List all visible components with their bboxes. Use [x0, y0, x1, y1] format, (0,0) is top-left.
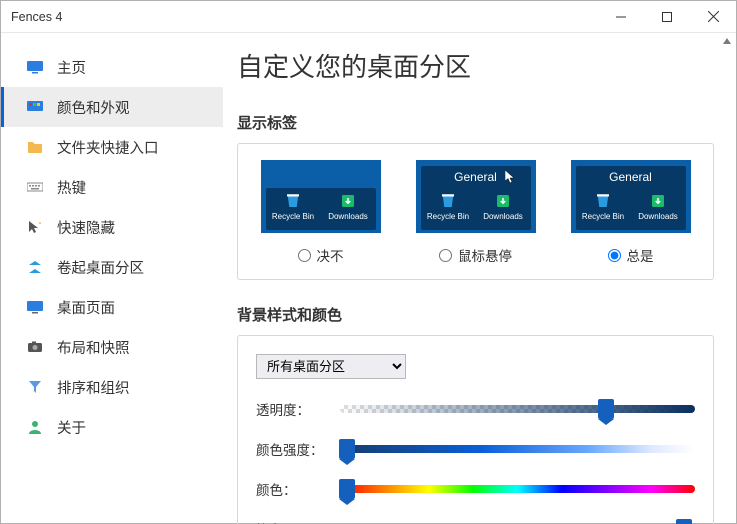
bg-style-card: 所有桌面分区 透明度： 颜色强度： 颜色： 饱和： 调整标题字 — [237, 335, 714, 524]
sidebar: 主页 颜色和外观 文件夹快捷入口 热键 快速隐藏 卷起桌面分区 桌面页面 布局 — [1, 33, 223, 524]
sidebar-item-hotkeys[interactable]: 热键 — [1, 167, 223, 207]
preview-always[interactable]: General Recycle Bin Downloads 总是 — [566, 160, 695, 265]
slider-thumb[interactable] — [339, 439, 355, 459]
radio-hover[interactable] — [439, 249, 452, 262]
keyboard-icon — [27, 179, 43, 195]
section-bg-title: 背景样式和颜色 — [237, 304, 714, 325]
funnel-icon — [27, 379, 43, 395]
preview-never[interactable]: Recycle Bin Downloads 决不 — [256, 160, 385, 265]
sidebar-item-rollup[interactable]: 卷起桌面分区 — [1, 247, 223, 287]
hue-slider[interactable] — [340, 485, 695, 493]
slider-thumb[interactable] — [676, 519, 692, 524]
sidebar-item-pages[interactable]: 桌面页面 — [1, 287, 223, 327]
page-title: 自定义您的桌面分区 — [237, 47, 714, 84]
radio-always-label[interactable]: 总是 — [627, 245, 654, 265]
sidebar-item-label: 颜色和外观 — [57, 97, 130, 118]
slider-row-intensity: 颜色强度： — [256, 439, 695, 459]
fence-select[interactable]: 所有桌面分区 — [256, 354, 406, 379]
slider-row-transparency: 透明度： — [256, 399, 695, 419]
slider-row-sat: 饱和： — [256, 519, 695, 524]
close-button[interactable] — [690, 1, 736, 32]
sidebar-item-label: 快速隐藏 — [57, 217, 115, 238]
sidebar-item-layout[interactable]: 布局和快照 — [1, 327, 223, 367]
transparency-slider[interactable] — [340, 405, 695, 413]
user-icon — [27, 419, 43, 435]
maximize-button[interactable] — [644, 1, 690, 32]
camera-icon — [27, 339, 43, 355]
folder-icon — [27, 139, 43, 155]
sidebar-item-label: 关于 — [57, 417, 86, 438]
sidebar-item-sort[interactable]: 排序和组织 — [1, 367, 223, 407]
section-show-labels-title: 显示标签 — [237, 112, 714, 133]
sidebar-item-label: 布局和快照 — [57, 337, 130, 358]
rollup-icon — [27, 259, 43, 275]
sidebar-item-label: 桌面页面 — [57, 297, 115, 318]
slider-row-hue: 颜色： — [256, 479, 695, 499]
slider-thumb[interactable] — [598, 399, 614, 419]
sidebar-item-folder[interactable]: 文件夹快捷入口 — [1, 127, 223, 167]
monitor-icon — [27, 59, 43, 75]
titlebar: Fences 4 — [1, 1, 736, 33]
radio-hover-label[interactable]: 鼠标悬停 — [458, 245, 512, 265]
slider-thumb[interactable] — [339, 479, 355, 499]
sidebar-item-quickhide[interactable]: 快速隐藏 — [1, 207, 223, 247]
sidebar-item-home[interactable]: 主页 — [1, 47, 223, 87]
radio-never[interactable] — [298, 249, 311, 262]
display-color-icon — [27, 99, 43, 115]
scroll-up-icon[interactable] — [720, 33, 734, 49]
monitor-icon — [27, 299, 43, 315]
cursor-star-icon — [27, 219, 43, 235]
intensity-slider[interactable] — [340, 445, 695, 453]
sidebar-item-label: 卷起桌面分区 — [57, 257, 144, 278]
window-title: Fences 4 — [11, 10, 598, 24]
content-pane: 自定义您的桌面分区 显示标签 Recycle Bin Downloads 决不 — [223, 33, 736, 524]
sidebar-item-about[interactable]: 关于 — [1, 407, 223, 447]
radio-never-label[interactable]: 决不 — [317, 245, 344, 265]
sidebar-item-label: 文件夹快捷入口 — [57, 137, 159, 158]
sidebar-item-label: 排序和组织 — [57, 377, 130, 398]
preview-hover[interactable]: General Recycle Bin Downloads 鼠标悬停 — [411, 160, 540, 265]
show-labels-card: Recycle Bin Downloads 决不 General Recycle — [237, 143, 714, 280]
sidebar-item-colors[interactable]: 颜色和外观 — [1, 87, 223, 127]
radio-always[interactable] — [608, 249, 621, 262]
sidebar-item-label: 主页 — [57, 57, 86, 78]
scrollbar[interactable] — [720, 33, 734, 524]
minimize-button[interactable] — [598, 1, 644, 32]
sidebar-item-label: 热键 — [57, 177, 86, 198]
